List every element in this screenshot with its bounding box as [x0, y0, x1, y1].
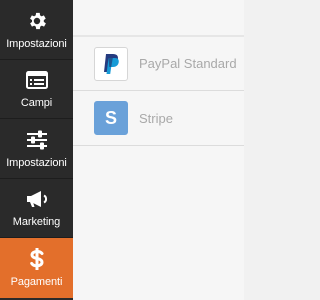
list-icon — [25, 68, 49, 92]
megaphone-icon — [25, 187, 49, 211]
paypal-logo — [94, 46, 128, 81]
sidebar-item-campi[interactable]: Campi — [0, 60, 73, 119]
payment-gateways-list: PayPal Standard S Stripe — [73, 36, 244, 300]
payment-gateway-name: PayPal Standard — [139, 56, 237, 71]
sidebar-item-impostazioni-advanced[interactable]: Impostazioni — [0, 119, 73, 179]
gear-icon — [25, 9, 49, 33]
sliders-icon — [25, 128, 49, 152]
dollar-icon — [25, 247, 49, 271]
stripe-logo: S — [94, 101, 128, 135]
sidebar-item-pagamenti[interactable]: Pagamenti — [0, 238, 73, 298]
payment-gateway-name: Stripe — [139, 110, 173, 126]
sidebar-item-marketing[interactable]: Marketing — [0, 179, 73, 238]
sidebar-item-label: Campi — [20, 97, 53, 110]
sidebar-item-label: Impostazioni — [6, 37, 67, 50]
payment-gateway-stripe[interactable]: S Stripe — [73, 91, 244, 146]
top-bar — [73, 0, 244, 36]
sidebar-item-impostazioni[interactable]: Impostazioni — [0, 0, 73, 60]
sidebar-item-label: Impostazioni — [6, 156, 67, 169]
sidebar-item-label: Pagamenti — [10, 275, 63, 288]
sidebar: Impostazioni Campi Impostazioni Marketin… — [0, 0, 73, 300]
payment-gateway-paypal[interactable]: PayPal Standard — [73, 36, 244, 91]
sidebar-item-label: Marketing — [12, 216, 61, 229]
